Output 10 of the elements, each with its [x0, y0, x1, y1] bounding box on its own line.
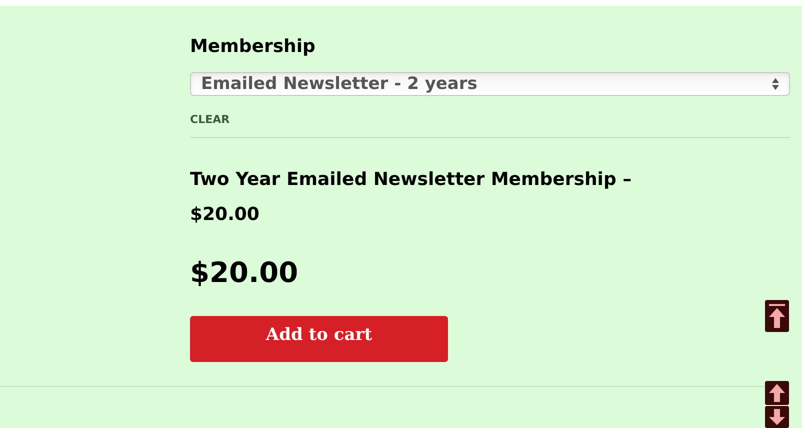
scroll-up-icon[interactable] — [765, 381, 789, 405]
scroll-to-top-icon[interactable] — [765, 300, 789, 332]
field-label: Membership — [190, 36, 316, 58]
price: $20.00 — [190, 256, 298, 290]
select-dropdown[interactable]: Emailed Newsletter - 2 years — [190, 72, 790, 96]
variation-title: Two Year Emailed Newsletter Membership – $20.00 — [190, 168, 633, 227]
select-arrows-icon — [772, 78, 779, 90]
scroll-down-icon[interactable] — [765, 406, 789, 428]
add-to-cart-button[interactable]: Add to cart — [190, 316, 448, 362]
clear-link[interactable]: CLEAR — [190, 113, 230, 127]
